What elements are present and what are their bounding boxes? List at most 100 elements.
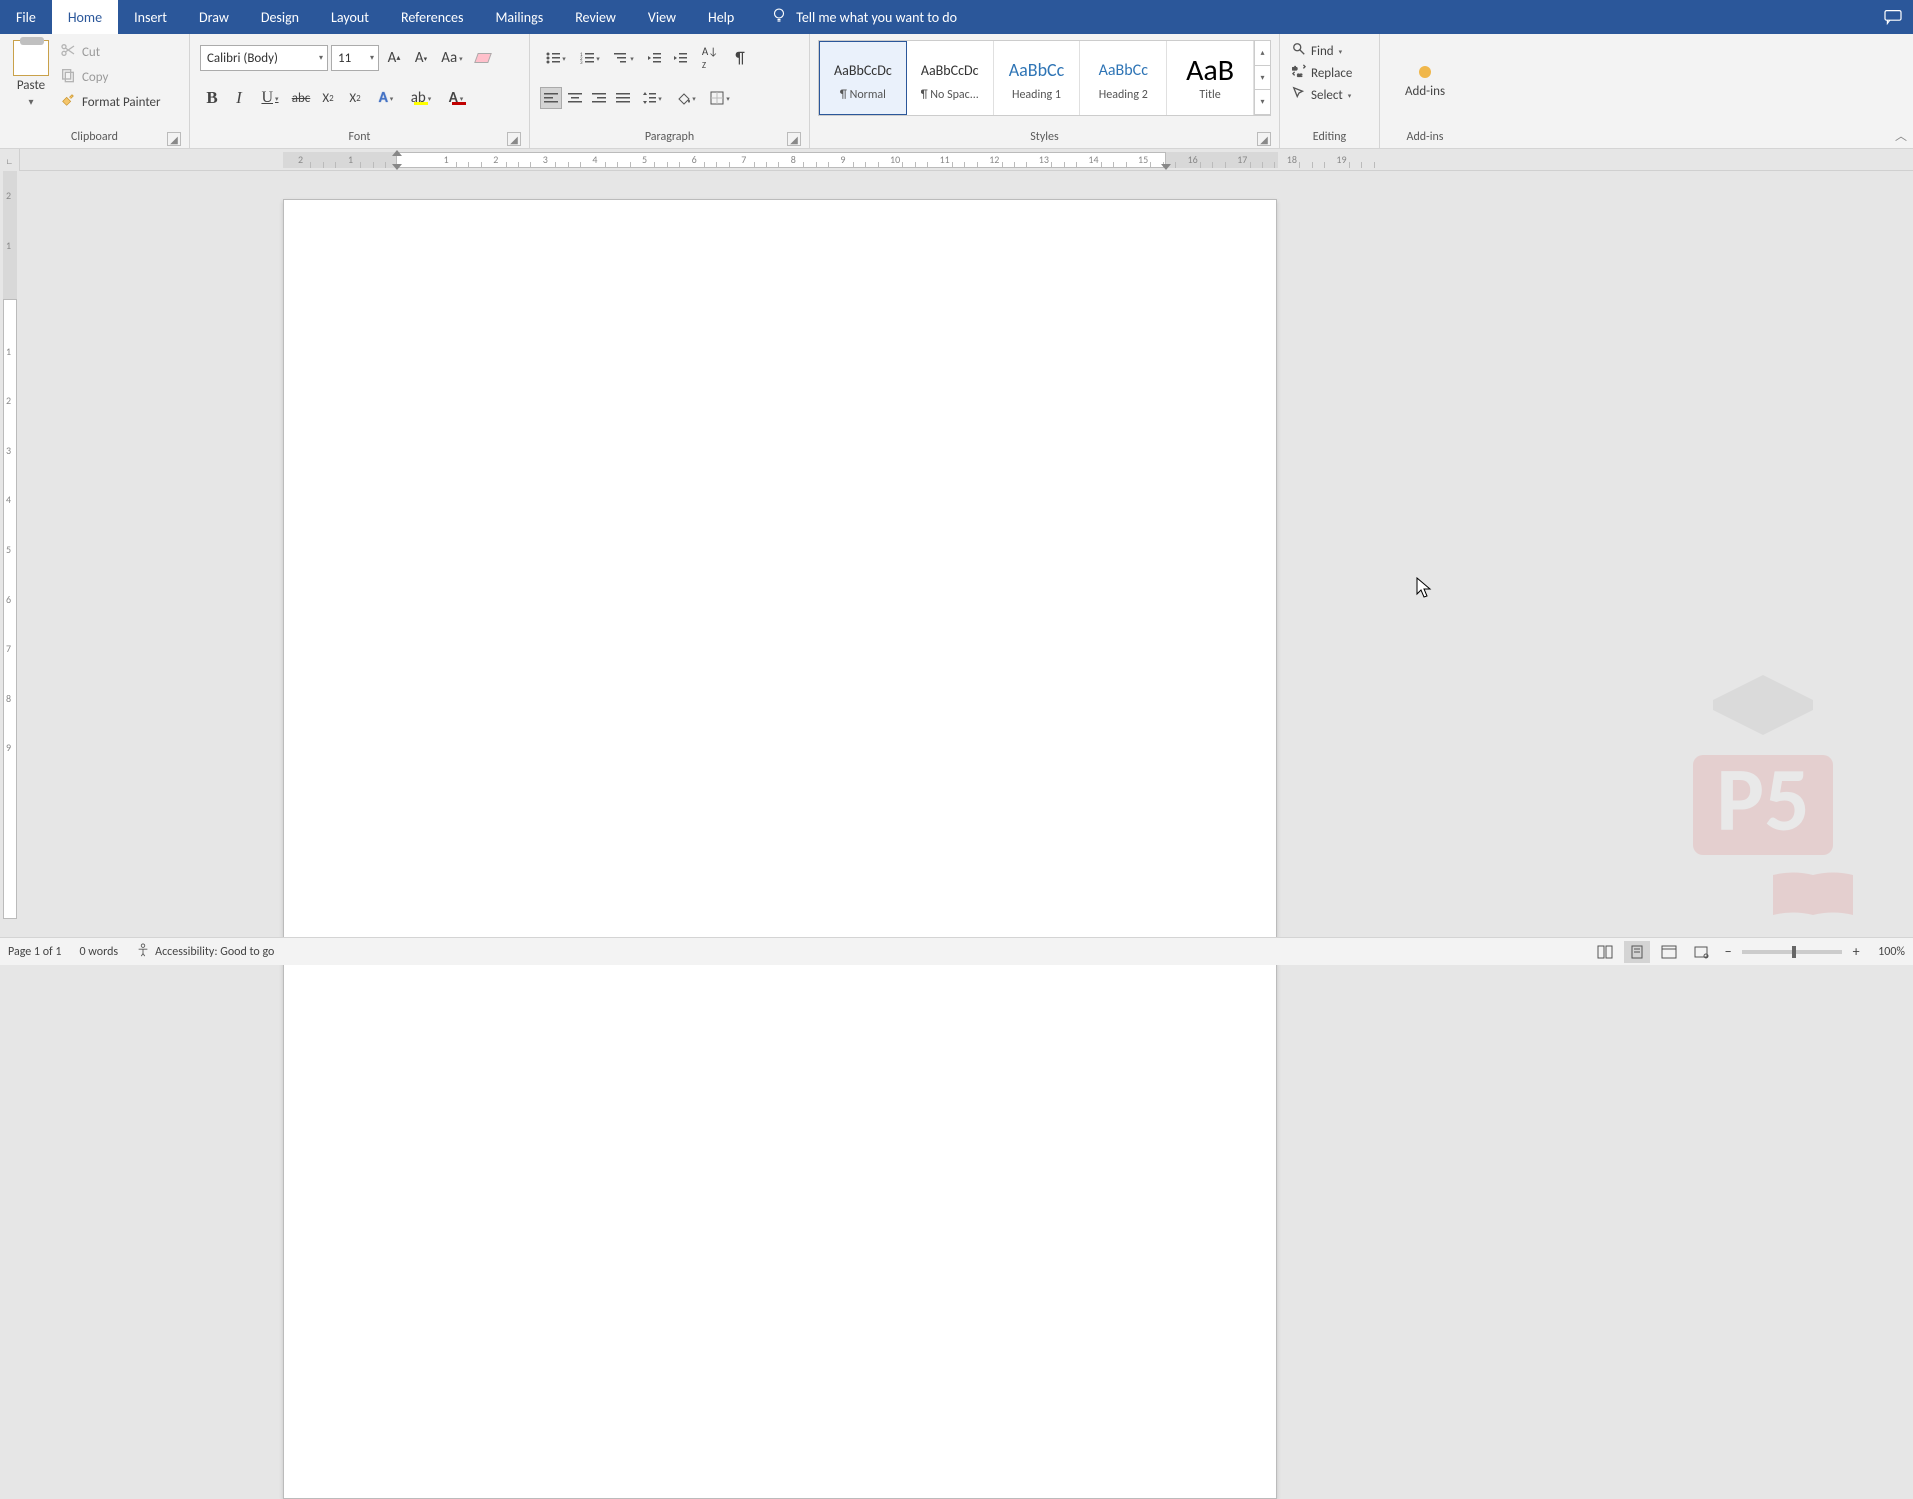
first-line-indent-marker[interactable] — [392, 150, 402, 156]
web-layout-button[interactable] — [1656, 941, 1682, 963]
superscript-button[interactable]: X2 — [343, 86, 367, 110]
show-paragraph-marks-button[interactable]: ¶ — [728, 46, 752, 70]
tell-me[interactable]: Tell me what you want to do — [770, 0, 957, 34]
font-size-value: 11 — [338, 51, 351, 66]
tab-design[interactable]: Design — [245, 0, 315, 34]
align-center-button[interactable] — [564, 87, 586, 109]
tab-file[interactable]: File — [0, 0, 52, 34]
font-size-select[interactable]: 11 ▾ — [331, 45, 379, 71]
change-case-button[interactable]: Aa▾ — [436, 46, 468, 70]
style-normal[interactable]: AaBbCcDc ¶ Normal — [819, 41, 907, 115]
lightbulb-icon — [770, 6, 788, 28]
align-left-button[interactable] — [540, 87, 562, 109]
document-canvas[interactable] — [20, 171, 1913, 937]
font-dialog-launcher[interactable]: ◢ — [507, 132, 521, 146]
tab-view[interactable]: View — [632, 0, 692, 34]
cut-button[interactable]: Cut — [60, 42, 161, 62]
group-addins: Add-ins Add-ins — [1380, 34, 1470, 148]
tab-review[interactable]: Review — [559, 0, 632, 34]
styles-dialog-launcher[interactable]: ◢ — [1257, 132, 1271, 146]
paste-dropdown-icon[interactable]: ▾ — [28, 95, 33, 108]
bullets-button[interactable]: ▾ — [540, 46, 572, 70]
paragraph-dialog-launcher[interactable]: ◢ — [787, 132, 801, 146]
tab-selector[interactable]: ∟ — [0, 149, 20, 171]
addins-icon — [1419, 66, 1431, 78]
tab-help[interactable]: Help — [692, 0, 750, 34]
strikethrough-button[interactable]: abc — [289, 86, 313, 110]
replace-button[interactable]: abac Replace — [1292, 64, 1352, 82]
format-painter-button[interactable]: Format Painter — [60, 92, 161, 112]
find-button[interactable]: Find ▾ — [1292, 42, 1352, 60]
paste-button[interactable]: Paste ▾ — [6, 38, 56, 126]
increase-indent-button[interactable] — [668, 46, 692, 70]
align-justify-button[interactable] — [612, 87, 634, 109]
styles-expand[interactable]: ▾ — [1255, 90, 1270, 115]
zoom-in-button[interactable]: + — [1848, 943, 1864, 960]
styles-group-label: Styles — [1030, 130, 1058, 144]
numbering-button[interactable]: 123▾ — [574, 46, 606, 70]
styles-scroll: ▴ ▾ ▾ — [1254, 41, 1270, 115]
right-indent-marker[interactable] — [1161, 164, 1171, 170]
bold-button[interactable]: B — [200, 86, 224, 110]
line-spacing-button[interactable]: ▾ — [636, 86, 668, 110]
bullets-icon — [546, 51, 560, 65]
horizontal-ruler[interactable]: ∟ 2112345678910111213141516171819 — [0, 149, 1913, 171]
style-no-spacing[interactable]: AaBbCcDc ¶ No Spac... — [907, 41, 994, 115]
paragraph-group-label: Paragraph — [645, 130, 694, 144]
borders-button[interactable]: ▾ — [704, 86, 736, 110]
zoom-slider[interactable] — [1742, 950, 1842, 954]
grow-font-button[interactable]: A▴ — [382, 46, 406, 70]
italic-button[interactable]: I — [227, 86, 251, 110]
zoom-slider-thumb[interactable] — [1792, 946, 1796, 958]
tab-draw[interactable]: Draw — [183, 0, 245, 34]
decrease-indent-button[interactable] — [642, 46, 666, 70]
paint-bucket-icon — [676, 91, 690, 105]
copy-button[interactable]: Copy — [60, 67, 161, 87]
style-heading1[interactable]: AaBbCc Heading 1 — [994, 41, 1081, 115]
shading-button[interactable]: ▾ — [670, 86, 702, 110]
sort-button[interactable]: A↓Z — [694, 46, 726, 70]
tab-mailings[interactable]: Mailings — [479, 0, 559, 34]
select-button[interactable]: Select ▾ — [1292, 86, 1352, 104]
read-mode-button[interactable] — [1592, 941, 1618, 963]
page-number-status[interactable]: Page 1 of 1 — [8, 945, 62, 959]
tab-home[interactable]: Home — [52, 0, 118, 34]
highlight-button[interactable]: ab▾ — [405, 86, 437, 110]
group-font: Calibri (Body) ▾ 11 ▾ A▴ A▾ Aa▾ B I U▾ a… — [190, 34, 530, 148]
underline-button[interactable]: U▾ — [254, 86, 286, 110]
style-heading2[interactable]: AaBbCc Heading 2 — [1080, 41, 1167, 115]
text-effects-button[interactable]: A▾ — [370, 86, 402, 110]
print-layout-button[interactable] — [1624, 941, 1650, 963]
focus-mode-button[interactable] — [1688, 941, 1714, 963]
clear-formatting-button[interactable] — [471, 46, 495, 70]
addins-button[interactable]: Add-ins — [1386, 38, 1464, 126]
align-right-button[interactable] — [588, 87, 610, 109]
clipboard-dialog-launcher[interactable]: ◢ — [167, 132, 181, 146]
page[interactable] — [283, 199, 1277, 1499]
replace-icon: abac — [1292, 64, 1306, 82]
hanging-indent-marker[interactable] — [392, 164, 402, 170]
tell-me-label: Tell me what you want to do — [796, 9, 957, 26]
line-spacing-icon — [642, 91, 656, 105]
subscript-button[interactable]: X2 — [316, 86, 340, 110]
accessibility-status[interactable]: Accessibility: Good to go — [136, 943, 274, 961]
multilevel-list-button[interactable]: ▾ — [608, 46, 640, 70]
word-count-status[interactable]: 0 words — [80, 945, 119, 959]
tab-references[interactable]: References — [385, 0, 479, 34]
font-name-select[interactable]: Calibri (Body) ▾ — [200, 45, 328, 71]
outdent-icon — [647, 51, 661, 65]
zoom-level[interactable]: 100% — [1878, 945, 1905, 959]
font-color-button[interactable]: A▾ — [440, 86, 472, 110]
collapse-ribbon-button[interactable]: ︿ — [1895, 127, 1907, 144]
comments-icon[interactable] — [1873, 0, 1913, 34]
vertical-ruler[interactable]: 21123456789 — [0, 171, 20, 937]
zoom-out-button[interactable]: − — [1720, 943, 1736, 960]
style-title[interactable]: AaB Title — [1167, 41, 1254, 115]
styles-scroll-up[interactable]: ▴ — [1255, 41, 1270, 66]
tab-insert[interactable]: Insert — [118, 0, 183, 34]
styles-scroll-down[interactable]: ▾ — [1255, 66, 1270, 91]
document-area: 21123456789 — [0, 171, 1913, 937]
shrink-font-button[interactable]: A▾ — [409, 46, 433, 70]
editing-group-label: Editing — [1313, 130, 1346, 144]
tab-layout[interactable]: Layout — [315, 0, 385, 34]
